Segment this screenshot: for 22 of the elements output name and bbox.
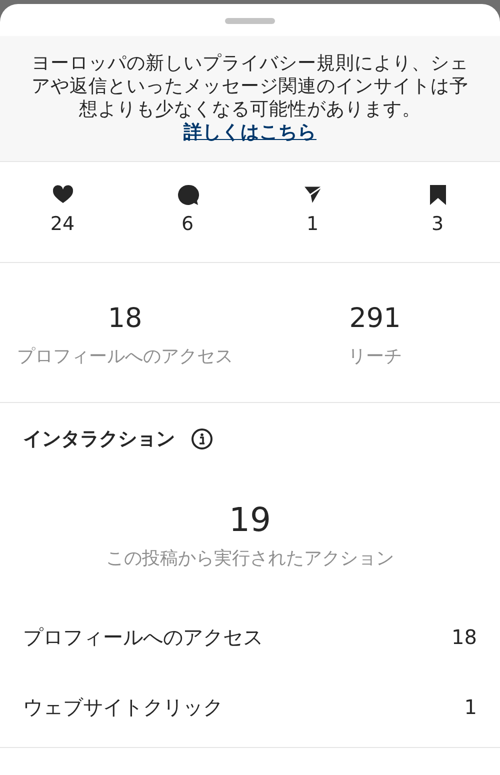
total-actions: 19: [228, 499, 272, 541]
metric-label: ウェブサイトクリック: [23, 694, 223, 720]
total-actions-label: この投稿から実行されたアクション: [105, 546, 395, 570]
stat-value: 18: [106, 302, 144, 336]
drag-handle[interactable]: [225, 18, 275, 24]
metric-value: 18: [452, 624, 477, 650]
stat-label: プロフィールへのアクセス: [16, 345, 234, 369]
stat-label: リーチ: [347, 345, 403, 369]
engagement-count: 1: [306, 212, 319, 236]
metric-label: プロフィールへのアクセス: [23, 624, 263, 650]
info-icon[interactable]: [191, 428, 213, 450]
metric-value: 1: [464, 694, 477, 720]
comment-icon: [176, 184, 198, 206]
engagement-count: 24: [50, 212, 75, 236]
stat-value: 291: [348, 302, 402, 336]
engagement-count: 3: [431, 212, 444, 236]
learn-more-link[interactable]: 詳しくはこちら: [184, 122, 316, 144]
send-icon: [302, 184, 324, 206]
section-title: インタラクション: [23, 426, 175, 452]
engagement-count: 6: [181, 212, 194, 236]
heart-icon: [52, 184, 74, 206]
privacy-notice: ヨーロッパの新しいプライバシー規則により、シェアや返信といったメッセージ関連のインサイトは予想よりも少なくなる可能性があります。 詳しくはこちら: [30, 52, 470, 144]
